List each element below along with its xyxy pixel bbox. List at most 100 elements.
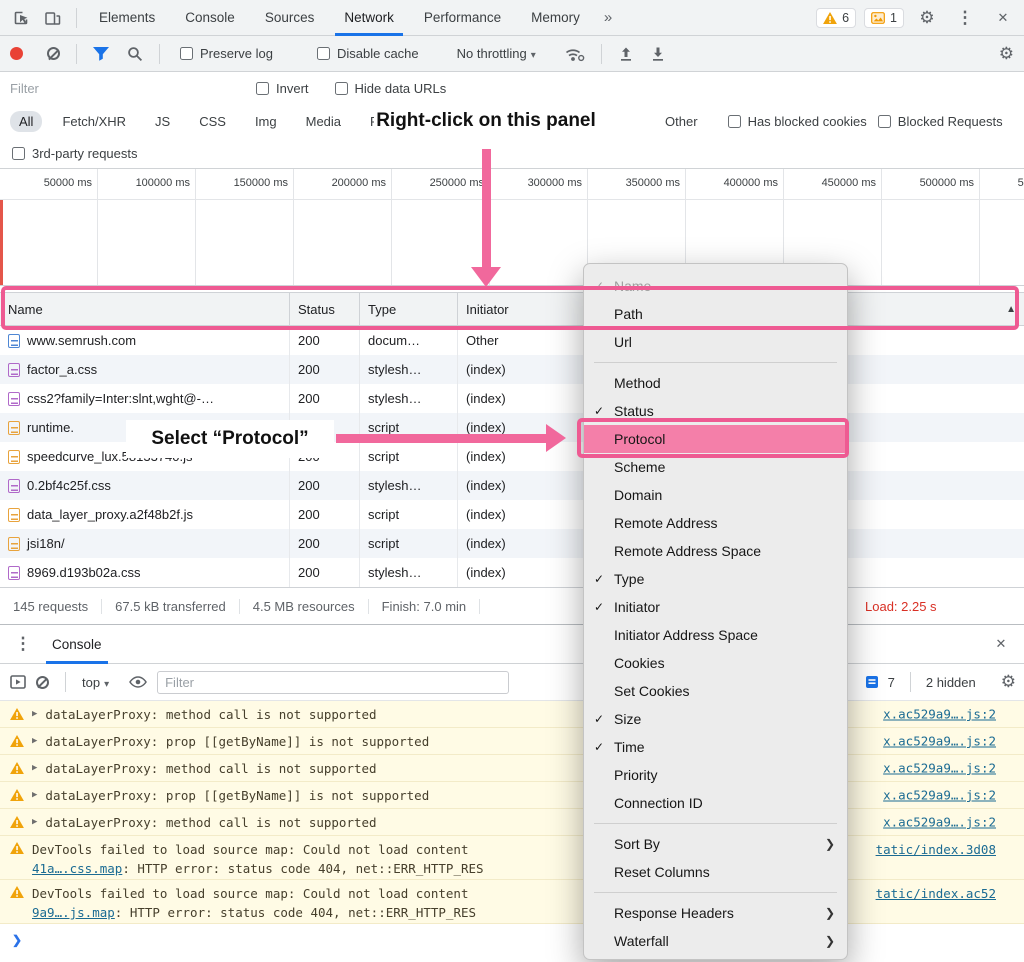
tab-sources[interactable]: Sources xyxy=(251,0,329,36)
network-filter-input[interactable] xyxy=(10,81,230,96)
device-toolbar-icon[interactable] xyxy=(38,3,68,33)
tab-memory[interactable]: Memory xyxy=(517,0,594,36)
issues-badge[interactable]: 1 xyxy=(864,8,904,28)
clear-console-icon[interactable] xyxy=(36,676,49,689)
column-header-initiator[interactable]: Initiator xyxy=(458,293,585,325)
console-prompt[interactable]: ❯ xyxy=(0,925,1024,962)
third-party-requests-checkbox[interactable]: 3rd-party requests xyxy=(12,146,138,161)
menu-item-initiator-address-space[interactable]: Initiator Address Space xyxy=(584,621,847,649)
menu-item-reset-columns[interactable]: Reset Columns xyxy=(584,858,847,886)
menu-item-method[interactable]: Method xyxy=(584,369,847,397)
console-warning-message[interactable]: DevTools failed to load source map: Coul… xyxy=(0,880,1024,924)
invert-checkbox[interactable]: Invert xyxy=(256,81,309,96)
menu-item-scheme[interactable]: Scheme xyxy=(584,453,847,481)
table-row[interactable]: www.semrush.com 200 docum… Other xyxy=(0,326,1024,355)
tab-elements[interactable]: Elements xyxy=(85,0,169,36)
console-sidebar-icon[interactable] xyxy=(10,675,26,689)
type-filter-other[interactable]: Other xyxy=(656,111,707,132)
column-header-status[interactable]: Status xyxy=(290,293,360,325)
expand-arrow-icon[interactable]: ▶ xyxy=(32,709,37,719)
menu-item-initiator[interactable]: ✓Initiator xyxy=(584,593,847,621)
type-filter-css[interactable]: CSS xyxy=(190,111,235,132)
hidden-messages-label[interactable]: 2 hidden xyxy=(926,675,976,690)
menu-item-domain[interactable]: Domain xyxy=(584,481,847,509)
throttling-select[interactable]: No throttling xyxy=(457,46,536,61)
warnings-badge[interactable]: 6 xyxy=(816,8,856,28)
console-source-link[interactable]: x.ac529a9….js:2 xyxy=(883,761,996,776)
network-conditions-icon[interactable] xyxy=(564,46,585,62)
table-row[interactable]: jsi18n/ 200 script (index) xyxy=(0,529,1024,558)
console-source-link[interactable]: x.ac529a9….js:2 xyxy=(883,788,996,803)
expand-arrow-icon[interactable]: ▶ xyxy=(32,790,37,800)
console-warning-message[interactable]: ▶ dataLayerProxy: method call is not sup… xyxy=(0,809,1024,836)
has-blocked-cookies-checkbox[interactable]: Has blocked cookies xyxy=(728,114,867,129)
settings-gear-icon[interactable] xyxy=(912,3,942,33)
menu-item-remote-address-space[interactable]: Remote Address Space xyxy=(584,537,847,565)
console-warning-message[interactable]: ▶ dataLayerProxy: prop [[getByName]] is … xyxy=(0,728,1024,755)
source-map-link[interactable]: 41a….css.map xyxy=(32,861,122,876)
console-filter-input[interactable] xyxy=(157,671,509,694)
column-header-type[interactable]: Type xyxy=(360,293,458,325)
close-devtools-icon[interactable] xyxy=(988,3,1018,33)
source-map-link[interactable]: 9a9….js.map xyxy=(32,905,115,920)
expand-arrow-icon[interactable]: ▶ xyxy=(32,736,37,746)
console-warning-message[interactable]: ▶ dataLayerProxy: prop [[getByName]] is … xyxy=(0,782,1024,809)
drawer-menu-icon[interactable] xyxy=(8,629,38,659)
menu-item-waterfall[interactable]: Waterfall❯ xyxy=(584,927,847,955)
column-header-name[interactable]: Name xyxy=(0,293,290,325)
live-expression-eye-icon[interactable] xyxy=(129,676,147,688)
disable-cache-checkbox[interactable]: Disable cache xyxy=(317,46,419,61)
type-filter-js[interactable]: JS xyxy=(146,111,179,132)
tab-performance[interactable]: Performance xyxy=(410,0,515,36)
javascript-context-selector[interactable]: top xyxy=(82,675,109,690)
console-source-link[interactable]: x.ac529a9….js:2 xyxy=(883,734,996,749)
type-filter-fetch-xhr[interactable]: Fetch/XHR xyxy=(53,111,135,132)
blocked-requests-checkbox[interactable]: Blocked Requests xyxy=(878,114,1003,129)
menu-item-name[interactable]: ✓Name xyxy=(584,272,847,300)
drawer-tab-console[interactable]: Console xyxy=(38,624,116,664)
type-filter-media[interactable]: Media xyxy=(297,111,350,132)
tab-network[interactable]: Network xyxy=(330,0,408,36)
menu-item-status[interactable]: ✓Status xyxy=(584,397,847,425)
filter-funnel-icon[interactable] xyxy=(93,47,109,61)
console-source-link[interactable]: tatic/index.3d08 xyxy=(876,842,996,857)
table-row[interactable]: data_layer_proxy.a2f48b2f.js 200 script … xyxy=(0,500,1024,529)
menu-item-path[interactable]: Path xyxy=(584,300,847,328)
inspect-element-icon[interactable] xyxy=(6,3,36,33)
console-warning-message[interactable]: ▶ dataLayerProxy: method call is not sup… xyxy=(0,755,1024,782)
type-filter-img[interactable]: Img xyxy=(246,111,286,132)
menu-item-size[interactable]: ✓Size xyxy=(584,705,847,733)
search-icon[interactable] xyxy=(127,46,143,62)
record-network-log-button[interactable] xyxy=(10,47,23,60)
menu-item-priority[interactable]: Priority xyxy=(584,761,847,789)
table-row[interactable]: css2?family=Inter:slnt,wght@-… 200 style… xyxy=(0,384,1024,413)
expand-arrow-icon[interactable]: ▶ xyxy=(32,763,37,773)
menu-item-response-headers[interactable]: Response Headers❯ xyxy=(584,899,847,927)
menu-item-remote-address[interactable]: Remote Address xyxy=(584,509,847,537)
type-filter-all[interactable]: All xyxy=(10,111,42,132)
menu-item-time[interactable]: ✓Time xyxy=(584,733,847,761)
console-source-link[interactable]: tatic/index.ac52 xyxy=(876,886,996,901)
network-settings-gear-icon[interactable] xyxy=(999,44,1014,64)
menu-item-type[interactable]: ✓Type xyxy=(584,565,847,593)
expand-arrow-icon[interactable]: ▶ xyxy=(32,817,37,827)
table-row[interactable]: 0.2bf4c25f.css 200 stylesh… (index) xyxy=(0,471,1024,500)
console-source-link[interactable]: x.ac529a9….js:2 xyxy=(883,707,996,722)
close-drawer-icon[interactable] xyxy=(986,629,1016,659)
menu-item-sort-by[interactable]: Sort By❯ xyxy=(584,830,847,858)
menu-item-cookies[interactable]: Cookies xyxy=(584,649,847,677)
preserve-log-checkbox[interactable]: Preserve log xyxy=(180,46,273,61)
menu-item-protocol[interactable]: Protocol xyxy=(584,425,847,453)
export-har-icon[interactable] xyxy=(650,46,666,62)
table-row[interactable]: 8969.d193b02a.css 200 stylesh… (index) xyxy=(0,558,1024,587)
menu-item-connection-id[interactable]: Connection ID xyxy=(584,789,847,817)
more-options-icon[interactable] xyxy=(950,3,980,33)
menu-item-set-cookies[interactable]: Set Cookies xyxy=(584,677,847,705)
menu-item-url[interactable]: Url xyxy=(584,328,847,356)
console-warning-message[interactable]: DevTools failed to load source map: Coul… xyxy=(0,836,1024,880)
import-har-icon[interactable] xyxy=(618,46,634,62)
more-tabs-chevron[interactable]: » xyxy=(596,9,620,26)
network-overview-timeline[interactable]: 50000 ms 100000 ms 150000 ms 200000 ms 2… xyxy=(0,168,1024,286)
tab-console[interactable]: Console xyxy=(171,0,249,36)
console-source-link[interactable]: x.ac529a9….js:2 xyxy=(883,815,996,830)
